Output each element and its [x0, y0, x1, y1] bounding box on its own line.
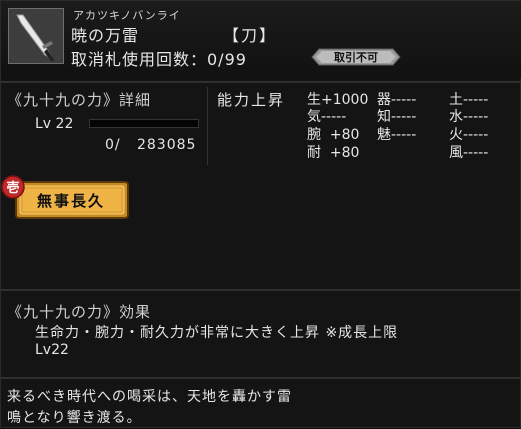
skill-effect-level: Lv22 — [35, 342, 69, 358]
flavor-line-1: 来るべき時代への喝采は、天地を轟かす雷 — [7, 389, 292, 405]
skill-effect-title: 《九十九の力》効果 — [7, 303, 152, 321]
stat-int: 知----- — [377, 109, 417, 125]
exp-bar — [89, 119, 199, 128]
skill-detail-title: 《九十九の力》詳細 — [7, 91, 152, 109]
stat-charm: 魅----- — [377, 127, 417, 143]
item-type: 【刀】 — [223, 26, 278, 45]
skill-level: Lv 22 — [35, 116, 74, 132]
untradeable-badge-label: 取引不可 — [334, 51, 378, 64]
exp-current: 0/ — [105, 137, 121, 153]
stat-ki: 気----- — [307, 109, 347, 125]
flavor-text: 来るべき時代への喝采は、天地を轟かす雷 鳴となり響き渡る。 — [7, 387, 292, 429]
stat-str: 腕 +80 — [307, 127, 360, 143]
katana-icon — [8, 8, 64, 64]
stat-water: 水----- — [449, 109, 489, 125]
cancel-use-count: 取消札使用回数：0/99 — [71, 50, 247, 69]
stat-vit: 耐 +80 — [307, 145, 360, 161]
stat-wind: 風----- — [449, 145, 489, 161]
section-separator — [207, 87, 208, 165]
item-tooltip: アカツキノバンライ 暁の万雷 【刀】 取消札使用回数：0/99 取引不可 《九十… — [0, 0, 521, 428]
rank-marker-label: 壱 — [6, 181, 20, 196]
ability-up-title: 能力上昇 — [217, 91, 286, 109]
effect-divider — [1, 377, 521, 379]
item-ruby: アカツキノバンライ — [73, 9, 181, 22]
stat-fire: 火----- — [449, 127, 489, 143]
header-divider — [1, 81, 521, 83]
skill-effect-text: 生命力・腕力・耐久力が非常に大きく上昇 ※成長上限 — [35, 325, 399, 341]
skill-divider — [1, 289, 521, 291]
special-skill-label: 無事長久 — [36, 192, 105, 210]
exp-needed: 283085 — [136, 137, 197, 153]
exp-readout: 0/ 283085 — [105, 137, 196, 153]
flavor-line-2: 鳴となり響き渡る。 — [7, 410, 142, 426]
item-name: 暁の万雷 — [71, 26, 140, 45]
